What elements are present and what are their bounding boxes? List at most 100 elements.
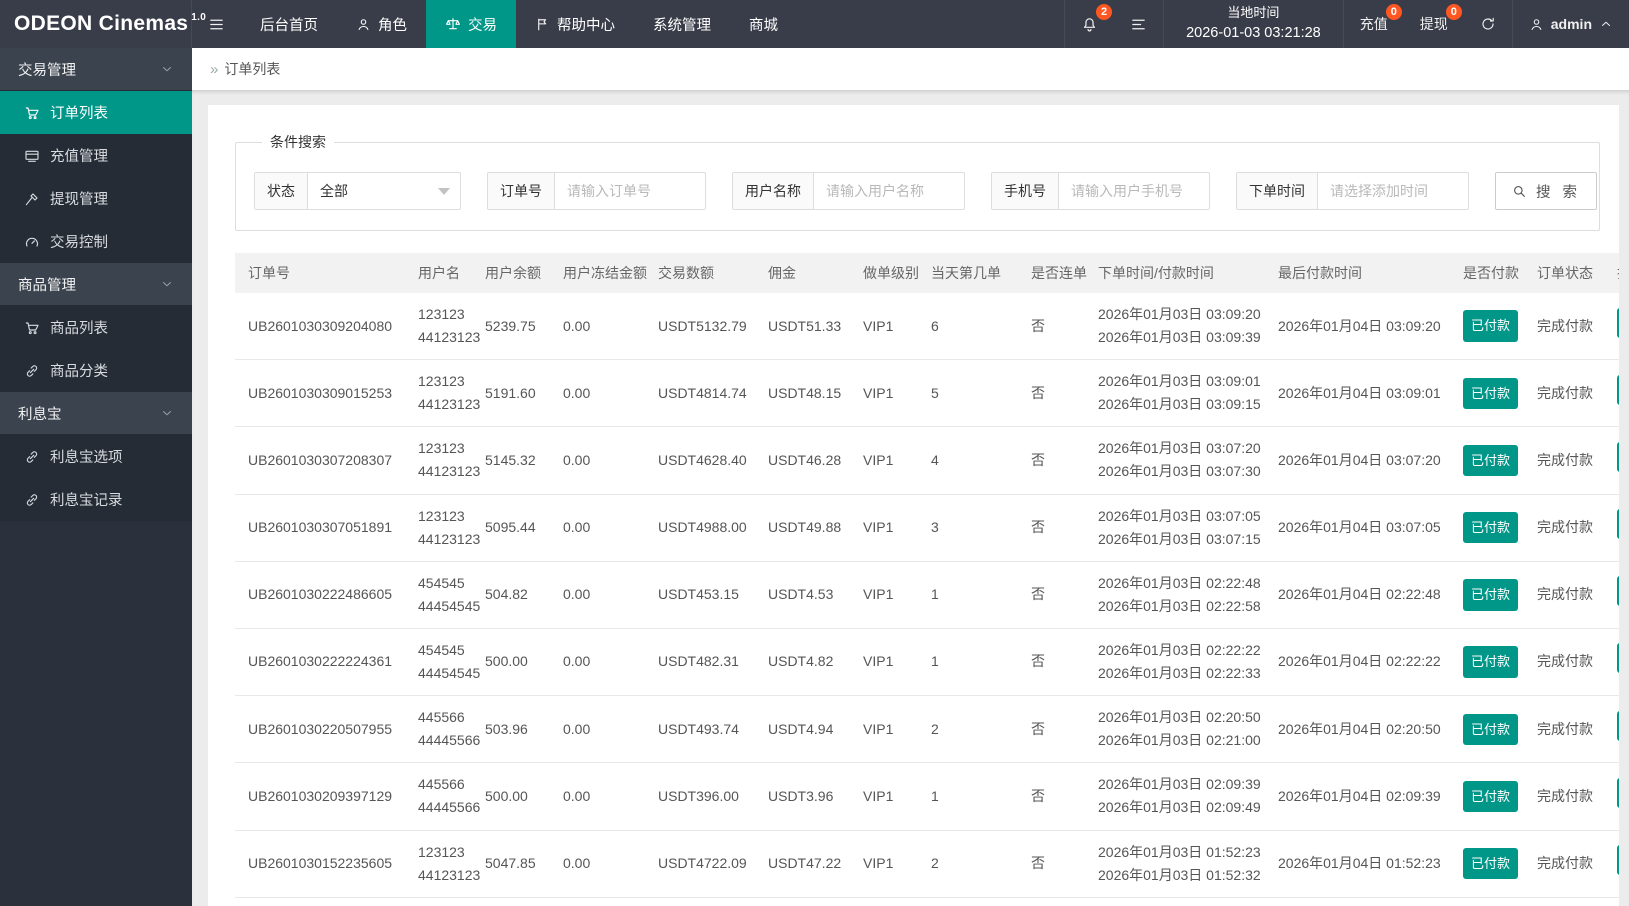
cell-pay-status: 已付款 (1450, 695, 1524, 764)
top-nav-item-mall[interactable]: 商城 (730, 0, 797, 48)
cell-amount: USDT4722.09 (645, 830, 755, 898)
quick-menu-button[interactable] (1114, 0, 1163, 48)
withdraw-badge: 0 (1445, 4, 1462, 20)
row-action-button[interactable] (1617, 307, 1619, 338)
notifications-button[interactable]: 2 (1064, 0, 1114, 48)
row-action-button[interactable] (1617, 710, 1619, 741)
row-action-button[interactable] (1617, 441, 1619, 472)
cell-chained: 否 (1018, 830, 1085, 898)
sidebar-item-label: 利息宝记录 (50, 493, 123, 509)
sidebar-group-trade-manage[interactable]: 交易管理 (0, 48, 192, 91)
user-icon (1529, 17, 1544, 32)
cell-last-pay-time: 2026年01月04日 03:09:01 (1265, 359, 1450, 428)
sidebar-item-interest-options[interactable]: 利息宝选项 (0, 435, 192, 478)
cell-balance: 5239.75 (472, 293, 550, 361)
cell-balance: 5000.00 (472, 897, 550, 906)
order-no-input[interactable] (555, 173, 705, 209)
cell-pay-status: 已付款 (1450, 561, 1524, 629)
link-icon (24, 492, 40, 508)
person-icon (356, 17, 371, 32)
sidebar-item-recharge-manage[interactable]: 充值管理 (0, 134, 192, 177)
sidebar-item-interest-records[interactable]: 利息宝记录 (0, 478, 192, 521)
local-time-label: 当地时间 (1227, 5, 1280, 21)
cell-day-order: 1 (918, 628, 1018, 697)
recharge-button[interactable]: 充值 0 (1342, 0, 1404, 48)
cell-actions (1604, 628, 1619, 697)
cell-last-pay-time: 2026年01月04日 01:52:23 (1265, 830, 1450, 898)
cell-frozen: 0.00 (550, 561, 645, 629)
top-nav-item-roles[interactable]: 角色 (337, 0, 426, 48)
cell-day-order: 5 (918, 359, 1018, 428)
cell-chained: 否 (1018, 426, 1085, 495)
status-filter: 状态 全部 (254, 172, 461, 210)
cell-actions (1604, 561, 1619, 629)
top-nav-item-trade[interactable]: 交易 (426, 0, 516, 48)
caret-down-icon (438, 187, 450, 195)
withdraw-label: 提现 (1419, 16, 1448, 32)
sidebar-item-goods-list[interactable]: 商品列表 (0, 306, 192, 349)
top-nav-item-system[interactable]: 系统管理 (634, 0, 730, 48)
cell-user: 12312344123123 (405, 426, 480, 495)
refresh-button[interactable] (1464, 0, 1512, 48)
username-input[interactable] (814, 173, 964, 209)
cell-level: VIP1 (850, 426, 918, 495)
sidebar-toggle-button[interactable] (192, 0, 241, 48)
column-header: 用户名 (405, 253, 472, 293)
cell-actions (1604, 830, 1619, 898)
cell-order-status: 完成付款 (1524, 762, 1604, 831)
cell-actions (1604, 762, 1619, 831)
sidebar-item-order-list[interactable]: 订单列表 (0, 91, 192, 134)
phone-filter: 手机号 (991, 172, 1210, 210)
row-action-button[interactable] (1617, 777, 1619, 808)
order-time-input[interactable] (1318, 173, 1468, 209)
cell-last-pay-time: 2026年01月04日 03:07:20 (1265, 426, 1450, 495)
table-row: UB2601030307051891 123123 44123123 5095.44 0… (235, 494, 1619, 562)
sidebar-group-interest[interactable]: 利息宝 (0, 392, 192, 435)
status-select[interactable]: 全部 (308, 173, 460, 209)
cell-user: 12312344123123 (405, 494, 480, 562)
row-action-button[interactable] (1617, 509, 1619, 540)
top-nav-label: 交易 (468, 17, 497, 34)
phone-input[interactable] (1059, 173, 1209, 209)
cell-chained: 否 (1018, 897, 1085, 906)
cell-user: 12312344123123 (405, 293, 480, 361)
cell-actions (1604, 426, 1619, 495)
chevron-up-icon (1599, 17, 1613, 31)
username-filter: 用户名称 (732, 172, 965, 210)
cell-frozen: 0.00 (550, 897, 645, 906)
cell-order-no: UB2601030220507955 (235, 695, 405, 764)
cell-level: VIP1 (850, 695, 918, 764)
cell-frozen: 0.00 (550, 293, 645, 361)
cell-order-no: UB2601030152235605 (235, 830, 405, 898)
search-button[interactable]: 搜 索 (1495, 172, 1598, 210)
top-nav-item-help[interactable]: 帮助中心 (516, 0, 634, 48)
cell-user: 454545 44454545 (405, 628, 480, 697)
sidebar-item-withdraw-manage[interactable]: 提现管理 (0, 177, 192, 220)
top-nav-item-home[interactable]: 后台首页 (241, 0, 337, 48)
row-action-button[interactable] (1617, 845, 1619, 876)
order-list-card: 条件搜索 状态 全部 订单号 用户名称 (208, 105, 1619, 906)
cell-frozen: 0.00 (550, 695, 645, 764)
hamburger-icon (208, 16, 225, 33)
orders-table: 订单号 用户名 用户余额 用户冻结金额 交易数额 佣金 做单级别 当天第几单 是否连单 下单时间/… (235, 253, 1619, 906)
table-body: UB2601030309204080 123123 44123123 5239.75 0… (235, 293, 1619, 906)
row-action-button[interactable] (1617, 643, 1619, 674)
table-row: UB2601030209397129 445566 44445566 500.00 0.… (235, 762, 1619, 831)
user-menu[interactable]: admin (1511, 0, 1629, 48)
sidebar-item-trade-control[interactable]: 交易控制 (0, 220, 192, 263)
cell-day-order: 4 (918, 426, 1018, 495)
status-label: 状态 (255, 173, 308, 209)
withdraw-button[interactable]: 提现 0 (1404, 0, 1464, 48)
row-action-button[interactable] (1617, 576, 1619, 607)
cell-day-order: 1 (918, 762, 1018, 831)
row-action-button[interactable] (1617, 374, 1619, 405)
sidebar-item-goods-category[interactable]: 商品分类 (0, 349, 192, 392)
cell-order-pay-time: 2026年01月03日 01:51:082026年01月03日 01:51:18 (1085, 897, 1265, 906)
paid-badge: 已付款 (1463, 713, 1519, 745)
sidebar-group-goods-manage[interactable]: 商品管理 (0, 263, 192, 306)
order-no-filter: 订单号 (487, 172, 706, 210)
cell-day-order: 2 (918, 695, 1018, 764)
cell-order-no: UB2601030209397129 (235, 762, 405, 831)
column-header: 最后付款时间 (1265, 253, 1450, 293)
table-row: UB2601030151085721123123441231235000.000… (235, 897, 1619, 906)
